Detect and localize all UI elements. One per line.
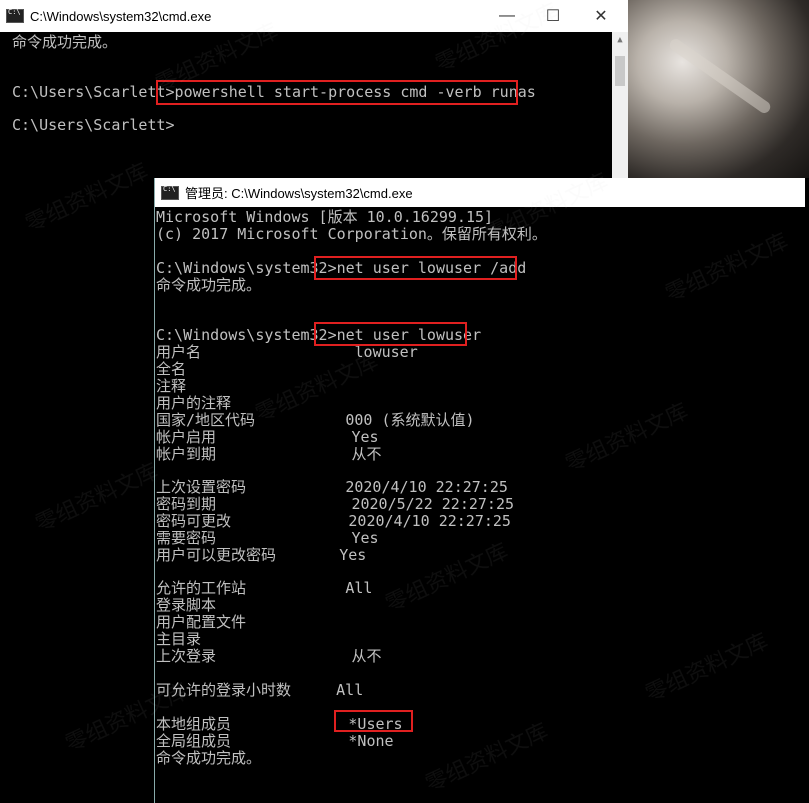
console-line: (c) 2017 Microsoft Corporation。保留所有权利。 [156, 225, 547, 243]
highlight-box [334, 710, 413, 732]
console-line: 注释 [156, 377, 187, 395]
scroll-thumb[interactable] [615, 56, 625, 86]
cmd-icon [6, 8, 24, 23]
highlight-box [156, 80, 518, 105]
console-line: 密码可更改 2020/4/10 22:27:25 [156, 512, 511, 530]
console-line: 帐户到期 从不 [156, 445, 382, 463]
window-1-scrollbar[interactable]: ▲ [612, 32, 628, 178]
scroll-up-icon[interactable]: ▲ [612, 32, 628, 48]
desktop-wallpaper [628, 0, 809, 178]
console-line: C:\Users\Scarlett> [12, 116, 175, 134]
console-line: 密码到期 2020/5/22 22:27:25 [156, 495, 515, 513]
console-line: 命令成功完成。 [156, 749, 262, 767]
minimize-button[interactable]: — [484, 0, 530, 32]
console-line: 允许的工作站 All [156, 579, 373, 597]
window-2-title: 管理员: C:\Windows\system32\cmd.exe [185, 186, 413, 201]
highlight-box [314, 256, 517, 280]
console-line: 全名 [156, 360, 187, 378]
console-line: 主目录 [156, 630, 202, 648]
maximize-button[interactable]: ☐ [530, 0, 576, 32]
window-1-title: C:\Windows\system32\cmd.exe [30, 8, 212, 24]
console-line: 用户可以更改密码 Yes [156, 546, 367, 564]
console-line: 帐户启用 Yes [156, 428, 379, 446]
console-line: 用户配置文件 [156, 613, 247, 631]
close-button[interactable]: ✕ [578, 0, 624, 32]
window-2-titlebar[interactable]: 管理员: C:\Windows\system32\cmd.exe [154, 178, 805, 207]
console-line: 命令成功完成。 [12, 33, 118, 51]
console-line: Microsoft Windows [版本 10.0.16299.15] [156, 208, 494, 226]
console-line: 用户的注释 [156, 394, 232, 412]
console-line: 用户名 lowuser [156, 343, 418, 361]
console-line: 需要密码 Yes [156, 529, 379, 547]
cmd-icon [161, 185, 179, 200]
window-1-titlebar[interactable]: C:\Windows\system32\cmd.exe — ☐ ✕ [0, 0, 628, 32]
console-line: 上次设置密码 2020/4/10 22:27:25 [156, 478, 508, 496]
console-line: 命令成功完成。 [156, 276, 262, 294]
console-line: 上次登录 从不 [156, 647, 382, 665]
highlight-box [314, 322, 467, 346]
console-line: 全局组成员 *None [156, 732, 394, 750]
console-line: 可允许的登录小时数 All [156, 681, 364, 699]
console-line: 登录脚本 [156, 596, 217, 614]
console-line: 国家/地区代码 000 (系统默认值) [156, 411, 475, 429]
